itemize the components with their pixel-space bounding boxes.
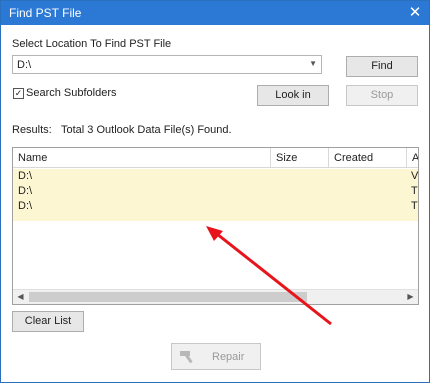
annotation-arrow-icon — [206, 226, 332, 326]
annotation-arrow-line — [216, 232, 332, 326]
annotation-arrow-head — [206, 226, 223, 241]
find-pst-dialog: Find PST File ✕ Select Location To Find … — [0, 0, 430, 383]
